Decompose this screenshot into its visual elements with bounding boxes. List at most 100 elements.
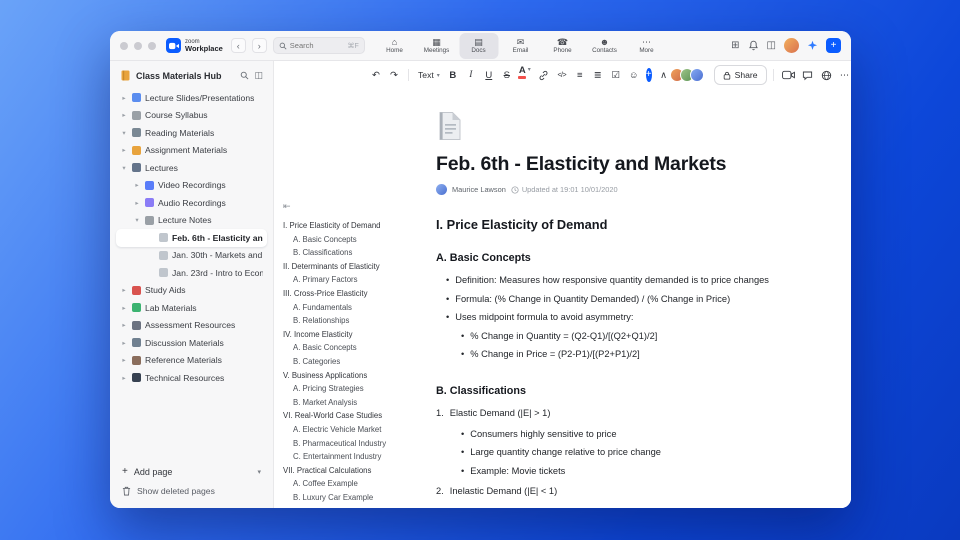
page-tree-item[interactable]: ▾ Reading Materials xyxy=(116,124,267,142)
insert-block-button[interactable]: + xyxy=(645,68,652,82)
doc-block[interactable]: 2. Inelastic Demand (|E| < 1) xyxy=(436,485,781,498)
chevron-icon[interactable]: ▸ xyxy=(120,339,128,347)
chevron-icon[interactable]: ▸ xyxy=(120,374,128,382)
global-search[interactable]: ⌘F xyxy=(272,37,365,54)
nav-tab[interactable]: ⌂ Home xyxy=(375,33,414,59)
doc-block[interactable]: • Uses midpoint formula to avoid asymmet… xyxy=(436,311,781,324)
nav-tab[interactable]: ☎ Phone xyxy=(543,33,582,59)
notifications-bell-icon[interactable] xyxy=(748,40,759,51)
outline-item[interactable]: A. Basic Concepts xyxy=(283,235,425,244)
doc-block[interactable]: 1. Elastic Demand (|E| > 1) xyxy=(436,407,781,420)
nav-back-button[interactable]: ‹ xyxy=(230,38,246,53)
page-tree-item[interactable]: ▸ Technical Resources xyxy=(116,369,267,387)
page-tree-item[interactable]: ▾ Lectures xyxy=(116,159,267,177)
panel-toggle-icon[interactable]: ◫ xyxy=(767,40,776,51)
outline-item[interactable]: VII. Practical Calculations xyxy=(283,466,425,475)
page-tree-item[interactable]: ▸ Video Recordings xyxy=(116,177,267,195)
chevron-icon[interactable]: ▸ xyxy=(133,181,141,189)
task-list-button[interactable]: ☑ xyxy=(608,66,624,84)
outline-item[interactable]: B. Market Analysis xyxy=(283,398,425,407)
page-tree-item[interactable]: Jan. 30th - Markets and P... xyxy=(116,247,267,265)
page-tree-item[interactable]: ▸ Discussion Materials xyxy=(116,334,267,352)
minimize-window-icon[interactable] xyxy=(134,41,142,50)
outline-item[interactable]: B. Relationships xyxy=(283,316,425,325)
outline-item[interactable]: II. Determinants of Elasticity xyxy=(283,262,425,271)
nav-tab[interactable]: ⋯ More xyxy=(627,33,666,59)
doc-block[interactable]: • Consumers highly sensitive to price xyxy=(436,428,781,441)
new-item-button[interactable]: + xyxy=(826,38,841,53)
search-input[interactable] xyxy=(289,41,334,50)
bullet-list-button[interactable]: ≣ xyxy=(590,66,606,84)
outline-item[interactable]: A. Fundamentals xyxy=(283,303,425,312)
outline-item[interactable]: A. Basic Concepts xyxy=(283,343,425,352)
outline-item[interactable]: V. Business Applications xyxy=(283,371,425,380)
font-color-button[interactable]: A ▾ xyxy=(517,66,533,84)
page-tree-item[interactable]: ▸ Study Aids xyxy=(116,282,267,300)
apps-grid-icon[interactable]: ⊞ xyxy=(731,40,739,51)
chevron-icon[interactable]: ▸ xyxy=(133,199,141,207)
globe-icon[interactable] xyxy=(818,66,835,84)
outline-item[interactable]: VI. Real-World Case Studies xyxy=(283,411,425,420)
nav-tab[interactable]: ✉ Email xyxy=(501,33,540,59)
user-avatar[interactable] xyxy=(784,38,799,53)
ai-companion-icon[interactable] xyxy=(807,40,818,51)
video-call-icon[interactable] xyxy=(780,66,797,84)
doc-block[interactable]: • % Change in Quantity = (Q2-Q1)/[(Q2+Q1… xyxy=(436,330,781,343)
doc-block[interactable]: • % Change in Price = (P2-P1)/[(P2+P1)/2… xyxy=(436,348,781,361)
page-tree-item[interactable]: Feb. 6th - Elasticity and M... xyxy=(116,229,267,247)
chevron-icon[interactable]: ▾ xyxy=(120,164,128,172)
chevron-icon[interactable]: ▾ xyxy=(120,129,128,137)
page-tree-item[interactable]: Jan. 23rd - Intro to Econo... xyxy=(116,264,267,282)
close-window-icon[interactable] xyxy=(120,41,128,50)
more-options-button[interactable]: ⋯ xyxy=(837,66,851,84)
outline-item[interactable]: A. Electric Vehicle Market xyxy=(283,425,425,434)
redo-button[interactable]: ↷ xyxy=(386,66,402,84)
page-tree-item[interactable]: ▸ Reference Materials xyxy=(116,352,267,370)
undo-button[interactable]: ↶ xyxy=(368,66,384,84)
doc-block[interactable]: I. Price Elasticity of Demand xyxy=(436,216,781,235)
outline-item[interactable]: A. Pricing Strategies xyxy=(283,384,425,393)
doc-block[interactable]: • Large quantity change relative to pric… xyxy=(436,446,781,459)
code-button[interactable]: </> xyxy=(554,66,570,84)
nav-tab[interactable]: ▦ Meetings xyxy=(417,33,456,59)
page-tree-item[interactable]: ▸ Lab Materials xyxy=(116,299,267,317)
collapse-sidebar-icon[interactable]: ◫ xyxy=(254,70,263,81)
chevron-icon[interactable]: ▸ xyxy=(120,111,128,119)
strikethrough-button[interactable]: S xyxy=(499,66,515,84)
collaborator-avatar[interactable] xyxy=(689,68,704,82)
outline-item[interactable]: B. Pharmaceutical Industry xyxy=(283,439,425,448)
document-title[interactable]: Feb. 6th - Elasticity and Markets xyxy=(436,153,781,176)
nav-tab[interactable]: ▤ Docs xyxy=(459,33,498,59)
outline-item[interactable]: C. Entertainment Industry xyxy=(283,452,425,461)
outline-item[interactable]: III. Cross-Price Elasticity xyxy=(283,289,425,298)
doc-block[interactable]: B. Classifications xyxy=(436,384,781,400)
page-tree-item[interactable]: ▸ Course Syllabus xyxy=(116,107,267,125)
collapse-outline-icon[interactable]: ⇤ xyxy=(283,201,425,212)
chevron-icon[interactable]: ▾ xyxy=(133,216,141,224)
bold-button[interactable]: B xyxy=(445,66,461,84)
chevron-icon[interactable]: ▸ xyxy=(120,286,128,294)
nav-forward-button[interactable]: › xyxy=(251,38,267,53)
doc-block[interactable]: • Formula: (% Change in Quantity Demande… xyxy=(436,293,781,306)
chevron-icon[interactable]: ▸ xyxy=(120,304,128,312)
align-button[interactable]: ≡ xyxy=(572,66,588,84)
chevron-icon[interactable]: ▸ xyxy=(120,94,128,102)
maximize-window-icon[interactable] xyxy=(148,41,156,50)
text-style-dropdown[interactable]: Text ▾ xyxy=(415,70,443,80)
doc-block[interactable]: • Example: Movie tickets xyxy=(436,465,781,478)
doc-block[interactable]: • Definition: Measures how responsive qu… xyxy=(436,274,781,287)
outline-item[interactable]: IV. Income Elasticity xyxy=(283,330,425,339)
emoji-button[interactable]: ☺ xyxy=(626,66,642,84)
outline-item[interactable]: B. Luxury Car Example xyxy=(283,493,425,502)
outline-item[interactable]: I. Price Elasticity of Demand xyxy=(283,221,425,230)
page-tree-item[interactable]: ▸ Lecture Slides/Presentations xyxy=(116,89,267,107)
chevron-icon[interactable]: ▸ xyxy=(120,321,128,329)
link-button[interactable] xyxy=(535,66,552,84)
share-button[interactable]: Share xyxy=(713,65,767,85)
outline-item[interactable]: B. Categories xyxy=(283,357,425,366)
add-page-caret-icon[interactable]: ▾ xyxy=(257,468,261,476)
nav-tab[interactable]: ☻ Contacts xyxy=(585,33,624,59)
outline-item[interactable]: B. Classifications xyxy=(283,248,425,257)
underline-button[interactable]: U xyxy=(481,66,497,84)
chevron-icon[interactable]: ▸ xyxy=(120,356,128,364)
